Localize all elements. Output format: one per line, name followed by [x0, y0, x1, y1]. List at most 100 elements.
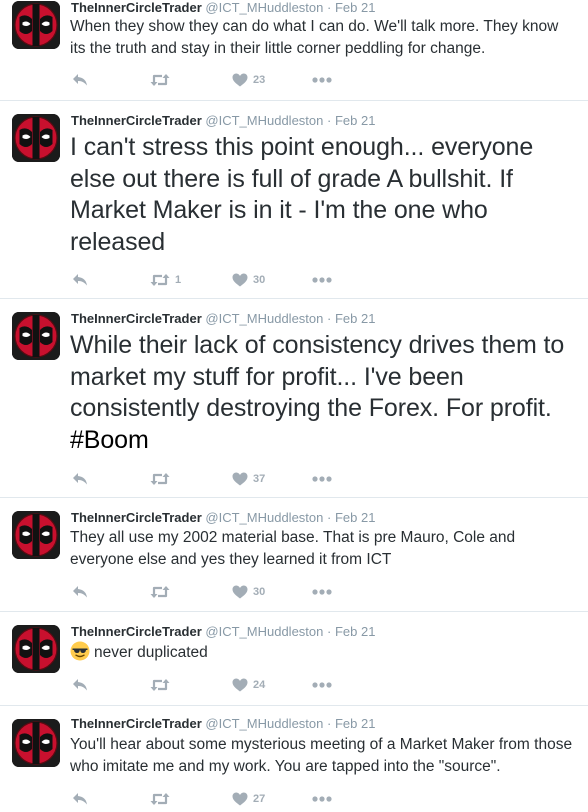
like-button[interactable]: 30 [232, 583, 265, 601]
tweet-text: I can't stress this point enough... ever… [70, 133, 534, 256]
retweet-button[interactable] [150, 676, 175, 694]
tweet-actions: 27 [72, 790, 372, 808]
timestamp[interactable]: Feb 21 [335, 624, 375, 639]
heart-icon [232, 73, 248, 87]
tweet-actions: 37 [72, 470, 372, 488]
author-name[interactable]: TheInnerCircleTrader [71, 716, 202, 731]
author-handle[interactable]: @ICT_MHuddleston [205, 0, 323, 15]
timestamp[interactable]: Feb 21 [335, 311, 375, 326]
tweet-header: TheInnerCircleTrader @ICT_MHuddleston · … [71, 510, 375, 526]
author-handle[interactable]: @ICT_MHuddleston [205, 510, 323, 525]
like-count: 30 [253, 586, 266, 598]
avatar[interactable] [12, 625, 60, 673]
author-name[interactable]: TheInnerCircleTrader [71, 510, 202, 525]
author-handle[interactable]: @ICT_MHuddleston [205, 113, 323, 128]
reply-icon [73, 679, 87, 691]
tweet-text: When they show they can do what I can do… [70, 18, 559, 57]
avatar[interactable] [12, 1, 60, 49]
reply-icon [73, 586, 87, 598]
tweet[interactable]: TheInnerCircleTrader @ICT_MHuddleston · … [0, 0, 588, 101]
tweet-actions: 30 [72, 583, 372, 601]
author-name[interactable]: TheInnerCircleTrader [71, 624, 202, 639]
separator-dot: · [327, 0, 332, 15]
reply-button[interactable] [72, 71, 88, 89]
author-handle[interactable]: @ICT_MHuddleston [205, 624, 323, 639]
more-button[interactable] [312, 271, 332, 289]
hashtag-link[interactable]: #Boom [70, 426, 149, 454]
timestamp[interactable]: Feb 21 [335, 0, 375, 15]
more-button[interactable] [312, 676, 332, 694]
heart-icon [232, 585, 248, 599]
more-button[interactable] [312, 470, 332, 488]
heart-icon [232, 472, 248, 486]
timestamp[interactable]: Feb 21 [335, 716, 375, 731]
like-button[interactable]: 37 [232, 470, 265, 488]
retweet-button[interactable] [150, 470, 175, 488]
tweet[interactable]: TheInnerCircleTrader @ICT_MHuddleston · … [0, 299, 588, 498]
reply-button[interactable] [72, 271, 88, 289]
tweet-header: TheInnerCircleTrader @ICT_MHuddleston · … [71, 0, 375, 16]
more-dots-icon [312, 682, 332, 688]
like-button[interactable]: 24 [232, 676, 265, 694]
deadpool-mask-icon [12, 625, 60, 673]
author-name[interactable]: TheInnerCircleTrader [71, 0, 202, 15]
separator-dot: · [327, 716, 332, 731]
more-dots-icon [312, 796, 332, 802]
more-button[interactable] [312, 790, 332, 808]
retweet-button[interactable] [150, 790, 175, 808]
retweet-button[interactable] [150, 71, 175, 89]
avatar[interactable] [12, 312, 60, 360]
reply-button[interactable] [72, 470, 88, 488]
tweet[interactable]: TheInnerCircleTrader @ICT_MHuddleston · … [0, 706, 588, 812]
timestamp[interactable]: Feb 21 [335, 510, 375, 525]
like-button[interactable]: 27 [232, 790, 265, 808]
author-handle[interactable]: @ICT_MHuddleston [205, 716, 323, 731]
like-count: 24 [253, 679, 266, 691]
tweet[interactable]: TheInnerCircleTrader @ICT_MHuddleston · … [0, 101, 588, 299]
like-count: 23 [253, 74, 266, 86]
like-button[interactable]: 23 [232, 71, 265, 89]
more-dots-icon [312, 589, 332, 595]
more-button[interactable] [312, 71, 332, 89]
heart-icon [232, 678, 248, 692]
tweet-text: They all use my 2002 material base. That… [70, 529, 516, 568]
tweet-text: While their lack of consistency drives t… [70, 330, 578, 456]
reply-button[interactable] [72, 583, 88, 601]
deadpool-mask-icon [12, 511, 60, 559]
more-dots-icon [312, 77, 332, 83]
tweet-text: You'll hear about some mysterious meetin… [70, 736, 573, 775]
reply-icon [73, 473, 87, 485]
retweet-count: 1 [175, 274, 182, 286]
separator-dot: · [327, 510, 332, 525]
tweet[interactable]: TheInnerCircleTrader @ICT_MHuddleston · … [0, 612, 588, 706]
reply-icon [73, 274, 87, 286]
tweet-actions: 1 30 [72, 271, 372, 289]
author-handle[interactable]: @ICT_MHuddleston [205, 311, 323, 326]
author-name[interactable]: TheInnerCircleTrader [71, 113, 202, 128]
tweet-header: TheInnerCircleTrader @ICT_MHuddleston · … [71, 624, 375, 640]
avatar[interactable] [12, 719, 60, 767]
retweet-button[interactable]: 1 [150, 271, 181, 289]
retweet-button[interactable] [150, 583, 175, 601]
reply-button[interactable] [72, 790, 88, 808]
heart-icon [232, 792, 248, 806]
tweet[interactable]: TheInnerCircleTrader @ICT_MHuddleston · … [0, 498, 588, 612]
tweet-header: TheInnerCircleTrader @ICT_MHuddleston · … [71, 716, 375, 732]
sunglasses-emoji-icon [70, 641, 90, 668]
tweet-text-body: never duplicated [94, 644, 208, 661]
retweet-icon [150, 274, 170, 286]
retweet-icon [150, 679, 170, 691]
like-count: 30 [253, 274, 266, 286]
reply-button[interactable] [72, 676, 88, 694]
tweet-text: never duplicated [70, 641, 578, 668]
avatar[interactable] [12, 511, 60, 559]
reply-icon [73, 74, 87, 86]
retweet-icon [150, 473, 170, 485]
retweet-icon [150, 793, 170, 805]
timestamp[interactable]: Feb 21 [335, 113, 375, 128]
tweet-text-body: While their lack of consistency drives t… [70, 331, 565, 422]
avatar[interactable] [12, 114, 60, 162]
like-button[interactable]: 30 [232, 271, 265, 289]
author-name[interactable]: TheInnerCircleTrader [71, 311, 202, 326]
more-button[interactable] [312, 583, 332, 601]
